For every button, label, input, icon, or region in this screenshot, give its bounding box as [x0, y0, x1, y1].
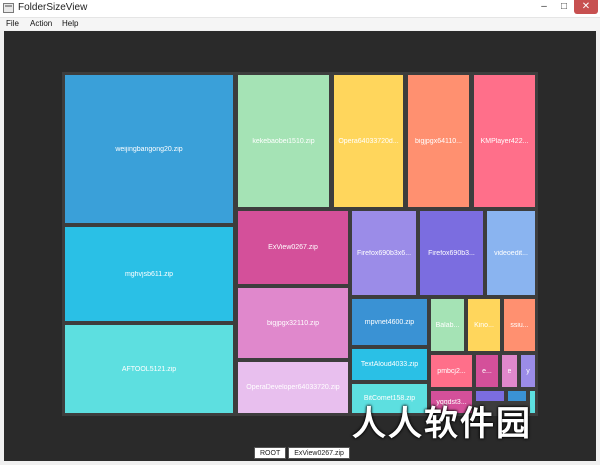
treemap-tile[interactable]: TextAloud4033.zip: [351, 348, 428, 381]
app-icon: [3, 3, 14, 13]
breadcrumb-current[interactable]: ExView0267.zip: [288, 447, 350, 459]
title-bar: FolderSizeView – □ ✕: [0, 0, 600, 18]
minimize-button[interactable]: –: [534, 0, 554, 14]
maximize-button[interactable]: □: [554, 0, 574, 14]
watermark: 人人软件园: [352, 404, 532, 444]
menu-help[interactable]: Help: [62, 18, 78, 30]
treemap-tile[interactable]: Balab...: [430, 298, 465, 352]
treemap-tile[interactable]: e: [501, 354, 518, 388]
treemap-tile[interactable]: bigjpgx32110.zip: [237, 287, 349, 359]
close-button[interactable]: ✕: [574, 0, 598, 14]
treemap-tile[interactable]: ExView0267.zip: [237, 210, 349, 285]
treemap-tile[interactable]: weijingbangong20.zip: [64, 74, 234, 224]
app-window: FolderSizeView – □ ✕ File Action Help we…: [0, 0, 600, 465]
breadcrumb-root[interactable]: ROOT: [254, 447, 287, 459]
menu-file[interactable]: File: [6, 18, 19, 30]
window-title: FolderSizeView: [18, 2, 88, 13]
treemap-tile[interactable]: Firefox690b3x6...: [351, 210, 417, 296]
treemap-tile[interactable]: pmbcj2...: [430, 354, 473, 388]
treemap-tile[interactable]: ssiu...: [503, 298, 536, 352]
treemap-tile[interactable]: Opera64033720d...: [333, 74, 404, 208]
treemap-tile[interactable]: y: [520, 354, 536, 388]
treemap-tile[interactable]: AFTOOL5121.zip: [64, 324, 234, 414]
treemap-tile[interactable]: Kino...: [467, 298, 501, 352]
treemap: weijingbangong20.zip kekebaobei1510.zip …: [62, 72, 538, 416]
treemap-tile[interactable]: OperaDeveloper64033720.zip: [237, 361, 349, 414]
menu-bar: File Action Help: [0, 18, 600, 30]
treemap-tile[interactable]: videoedit...: [486, 210, 536, 296]
treemap-tile[interactable]: Firefox690b3...: [419, 210, 484, 296]
treemap-tile[interactable]: kekebaobei1510.zip: [237, 74, 330, 208]
menu-action[interactable]: Action: [30, 18, 52, 30]
treemap-tile[interactable]: KMPlayer422...: [473, 74, 536, 208]
treemap-tile[interactable]: mpvnet4600.zip: [351, 298, 428, 346]
treemap-tile[interactable]: e...: [475, 354, 499, 388]
breadcrumb: ROOT ExView0267.zip: [254, 447, 350, 459]
treemap-tile[interactable]: mghvjsb611.zip: [64, 226, 234, 322]
treemap-tile[interactable]: bigjpgx64110...: [407, 74, 470, 208]
